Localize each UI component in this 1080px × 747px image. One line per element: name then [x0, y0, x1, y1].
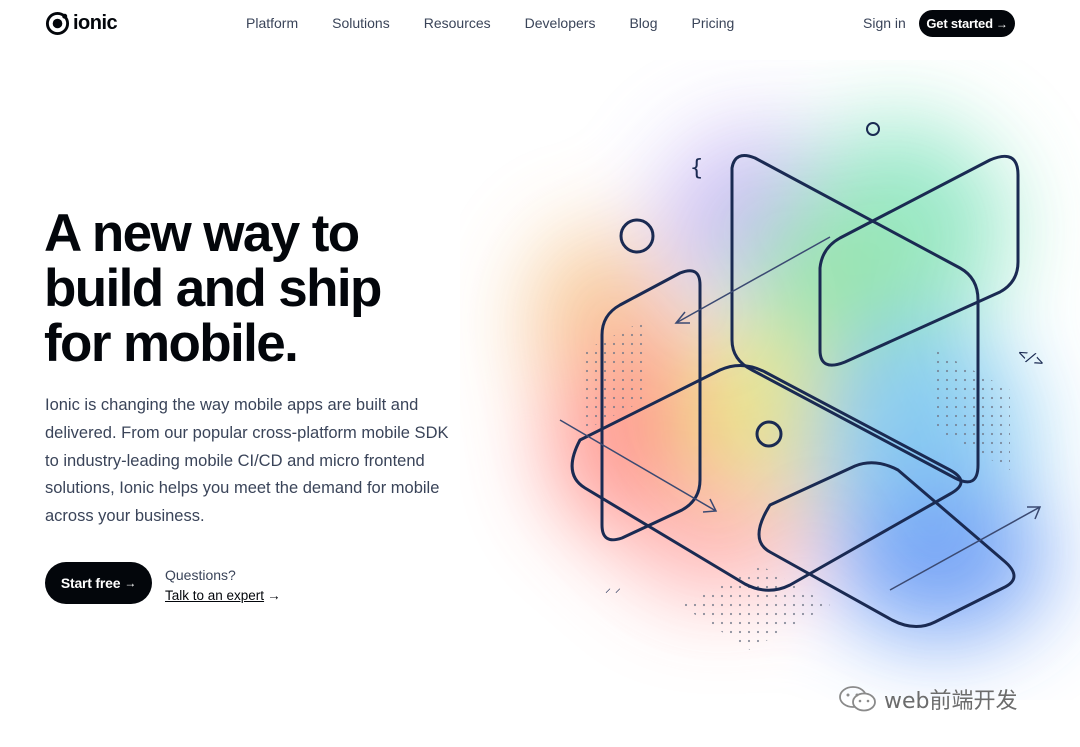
nav-link-platform[interactable]: Platform [246, 15, 298, 31]
dash-glyph: ⸝ ⸝ [605, 581, 621, 595]
nav-link-resources[interactable]: Resources [424, 15, 491, 31]
hero-description: Ionic is changing the way mobile apps ar… [45, 396, 449, 526]
hero-title-line-2: build and ship [44, 259, 382, 318]
wechat-icon [839, 686, 876, 712]
arrow-right-icon: → [124, 576, 137, 590]
hero-title-line-3: for mobile. [44, 314, 299, 373]
get-started-label: Get started [926, 16, 993, 31]
talk-to-expert-link[interactable]: Talk to an expert → [165, 588, 281, 603]
nav-link-solutions[interactable]: Solutions [332, 15, 390, 31]
nav-link-pricing[interactable]: Pricing [692, 15, 735, 31]
get-started-button[interactable]: Get started → [919, 10, 1015, 37]
arrow-right-icon: → [995, 16, 1008, 31]
brand-logo[interactable]: ionic [45, 11, 118, 36]
watermark-text: web前端开发 [884, 689, 1018, 714]
arrow-right-icon: → [267, 588, 281, 603]
wechat-watermark: web前端开发 [838, 683, 1018, 715]
nav-link-developers[interactable]: Developers [525, 15, 596, 31]
sign-in-link[interactable]: Sign in [863, 15, 906, 31]
top-navigation: ionic Platform Solutions Resources Devel… [0, 0, 1080, 46]
start-free-label: Start free [60, 575, 121, 591]
nav-links: Platform Solutions Resources Developers … [246, 15, 734, 31]
ionic-logo-icon [45, 11, 70, 36]
hero-title-line-1: A new way to [44, 204, 360, 263]
code-glyph: </> [1015, 344, 1047, 372]
brand-name: ionic [73, 12, 118, 34]
hero-title: A new way to build and ship for mobile. [44, 206, 464, 371]
hero-illustration: { </> ⸝ ⸝ [530, 120, 1050, 650]
brace-glyph: { [690, 156, 703, 181]
talk-to-expert-label: Talk to an expert [165, 588, 265, 603]
start-free-button[interactable]: Start free → [45, 562, 152, 604]
questions-label: Questions? [165, 567, 236, 583]
nav-link-blog[interactable]: Blog [629, 15, 657, 31]
